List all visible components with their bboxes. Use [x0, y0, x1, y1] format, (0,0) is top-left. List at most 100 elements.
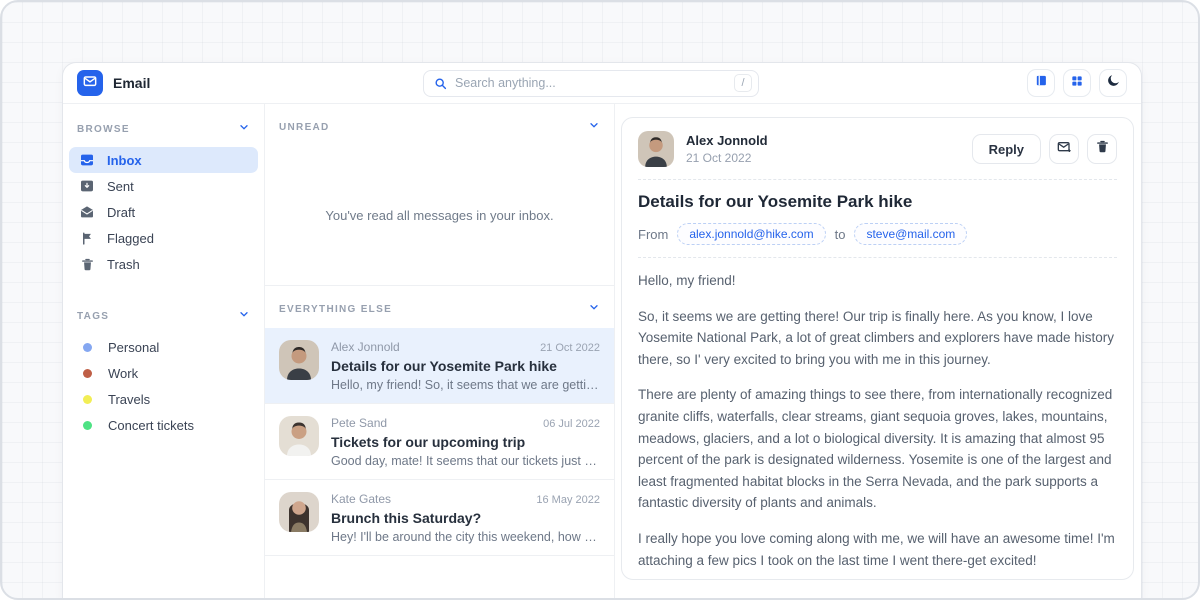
mail-subject: Details for our Yosemite Park hike: [331, 358, 600, 374]
sidebar: BROWSE Inbox Sent: [63, 104, 265, 600]
tag-label: Personal: [108, 340, 159, 355]
tag-dot: [83, 369, 92, 378]
email-app-window: Email /: [62, 62, 1142, 600]
search-input[interactable]: [455, 76, 734, 90]
mail-sender: Alex Jonnold: [331, 340, 400, 354]
unread-label: UNREAD: [279, 122, 330, 133]
everything-else-label: EVERYTHING ELSE: [279, 304, 392, 315]
dark-mode-button[interactable]: [1099, 69, 1127, 97]
mail-preview: Good day, mate! It seems that our ticket…: [331, 454, 600, 468]
tags-label: TAGS: [77, 311, 109, 322]
book-icon: [1034, 73, 1049, 93]
chevron-down-icon[interactable]: [588, 118, 600, 136]
sidebar-item-label: Trash: [107, 257, 140, 272]
tag-item-travels[interactable]: Travels: [69, 386, 258, 412]
everything-else-section-header: EVERYTHING ELSE: [265, 286, 614, 328]
tag-dot: [83, 343, 92, 352]
sidebar-item-sent[interactable]: Sent: [69, 173, 258, 199]
app-logo[interactable]: [77, 70, 103, 96]
mail-sender: Pete Sand: [331, 416, 387, 430]
search-bar[interactable]: /: [423, 70, 759, 97]
sidebar-item-inbox[interactable]: Inbox: [69, 147, 258, 173]
email-body: Hello, my friend! So, it seems we are ge…: [638, 270, 1117, 580]
from-label: From: [638, 227, 668, 242]
mail-item-body: Alex Jonnold 21 Oct 2022 Details for our…: [331, 340, 600, 392]
moon-icon: [1106, 73, 1121, 93]
divider: [638, 257, 1117, 258]
detail-date: 21 Oct 2022: [686, 151, 768, 165]
inbox-icon: [79, 152, 95, 168]
tag-item-work[interactable]: Work: [69, 360, 258, 386]
body-paragraph: I really hope you love coming along with…: [638, 528, 1117, 571]
mail-forward-icon: [1056, 139, 1072, 160]
mail-list-column: UNREAD You've read all messages in your …: [265, 104, 615, 600]
unread-section-header: UNREAD: [265, 104, 614, 146]
search-shortcut-badge: /: [734, 74, 752, 92]
reply-button[interactable]: Reply: [972, 134, 1041, 164]
detail-header: Alex Jonnold 21 Oct 2022 Reply: [638, 131, 1117, 167]
app-title: Email: [113, 75, 150, 91]
trash-icon: [1095, 139, 1110, 159]
detail-column: Alex Jonnold 21 Oct 2022 Reply: [615, 104, 1141, 600]
sidebar-item-label: Flagged: [107, 231, 154, 246]
address-book-button[interactable]: [1027, 69, 1055, 97]
desktop-background: Email /: [0, 0, 1200, 600]
sidebar-item-label: Sent: [107, 179, 134, 194]
delete-mail-button[interactable]: [1087, 134, 1117, 164]
avatar: [638, 131, 674, 167]
chevron-down-icon[interactable]: [588, 300, 600, 318]
apps-grid-button[interactable]: [1063, 69, 1091, 97]
to-email-chip[interactable]: steve@mail.com: [854, 223, 967, 245]
body-paragraph: So, it seems we are getting there! Our t…: [638, 306, 1117, 371]
mail-list-item[interactable]: Pete Sand 06 Jul 2022 Tickets for our up…: [265, 403, 614, 479]
detail-sender-name: Alex Jonnold: [686, 133, 768, 148]
grid-icon: [1070, 74, 1084, 93]
tags-section-header: TAGS: [69, 299, 258, 334]
sidebar-item-draft[interactable]: Draft: [69, 199, 258, 225]
trash-icon: [79, 256, 95, 272]
tags-section: TAGS Personal Work: [69, 299, 258, 438]
mail-item-body: Kate Gates 16 May 2022 Brunch this Satur…: [331, 492, 600, 544]
mail-list-item[interactable]: Kate Gates 16 May 2022 Brunch this Satur…: [265, 479, 614, 556]
tag-label: Concert tickets: [108, 418, 194, 433]
detail-actions: Reply: [972, 134, 1117, 164]
main-columns: BROWSE Inbox Sent: [63, 104, 1141, 600]
sidebar-item-trash[interactable]: Trash: [69, 251, 258, 277]
sender-block: Alex Jonnold 21 Oct 2022: [686, 133, 768, 165]
detail-subject: Details for our Yosemite Park hike: [638, 192, 1117, 212]
top-bar: Email /: [63, 63, 1141, 104]
chevron-down-icon[interactable]: [238, 120, 250, 138]
browse-section-header: BROWSE: [69, 112, 258, 147]
unread-empty-message: You've read all messages in your inbox.: [265, 146, 614, 286]
top-actions: [1027, 69, 1127, 97]
tag-label: Travels: [108, 392, 150, 407]
mail-item-body: Pete Sand 06 Jul 2022 Tickets for our up…: [331, 416, 600, 468]
mail-date: 21 Oct 2022: [540, 342, 600, 354]
body-paragraph: Hello, my friend!: [638, 270, 1117, 292]
forward-mail-button[interactable]: [1049, 134, 1079, 164]
to-label: to: [835, 227, 846, 242]
from-to-row: From alex.jonnold@hike.com to steve@mail…: [638, 223, 1117, 245]
from-email-chip[interactable]: alex.jonnold@hike.com: [677, 223, 825, 245]
sidebar-item-flagged[interactable]: Flagged: [69, 225, 258, 251]
tag-label: Work: [108, 366, 138, 381]
envelope-icon: [82, 73, 98, 94]
mail-date: 06 Jul 2022: [543, 418, 600, 430]
browse-label: BROWSE: [77, 124, 130, 135]
sent-icon: [79, 178, 95, 194]
mail-date: 16 May 2022: [536, 494, 600, 506]
mail-preview: Hello, my friend! So, it seems that we a…: [331, 378, 600, 392]
mail-subject: Tickets for our upcoming trip: [331, 434, 600, 450]
mail-list-item[interactable]: Alex Jonnold 21 Oct 2022 Details for our…: [265, 328, 614, 403]
mail-sender: Kate Gates: [331, 492, 391, 506]
sidebar-item-label: Inbox: [107, 153, 142, 168]
tag-dot: [83, 421, 92, 430]
sidebar-item-label: Draft: [107, 205, 135, 220]
tag-item-concert-tickets[interactable]: Concert tickets: [69, 412, 258, 438]
draft-icon: [79, 204, 95, 220]
chevron-down-icon[interactable]: [238, 307, 250, 325]
mail-preview: Hey! I'll be around the city this weeken…: [331, 530, 600, 544]
body-paragraph: There are plenty of amazing things to se…: [638, 384, 1117, 514]
tag-item-personal[interactable]: Personal: [69, 334, 258, 360]
flag-icon: [79, 230, 95, 246]
